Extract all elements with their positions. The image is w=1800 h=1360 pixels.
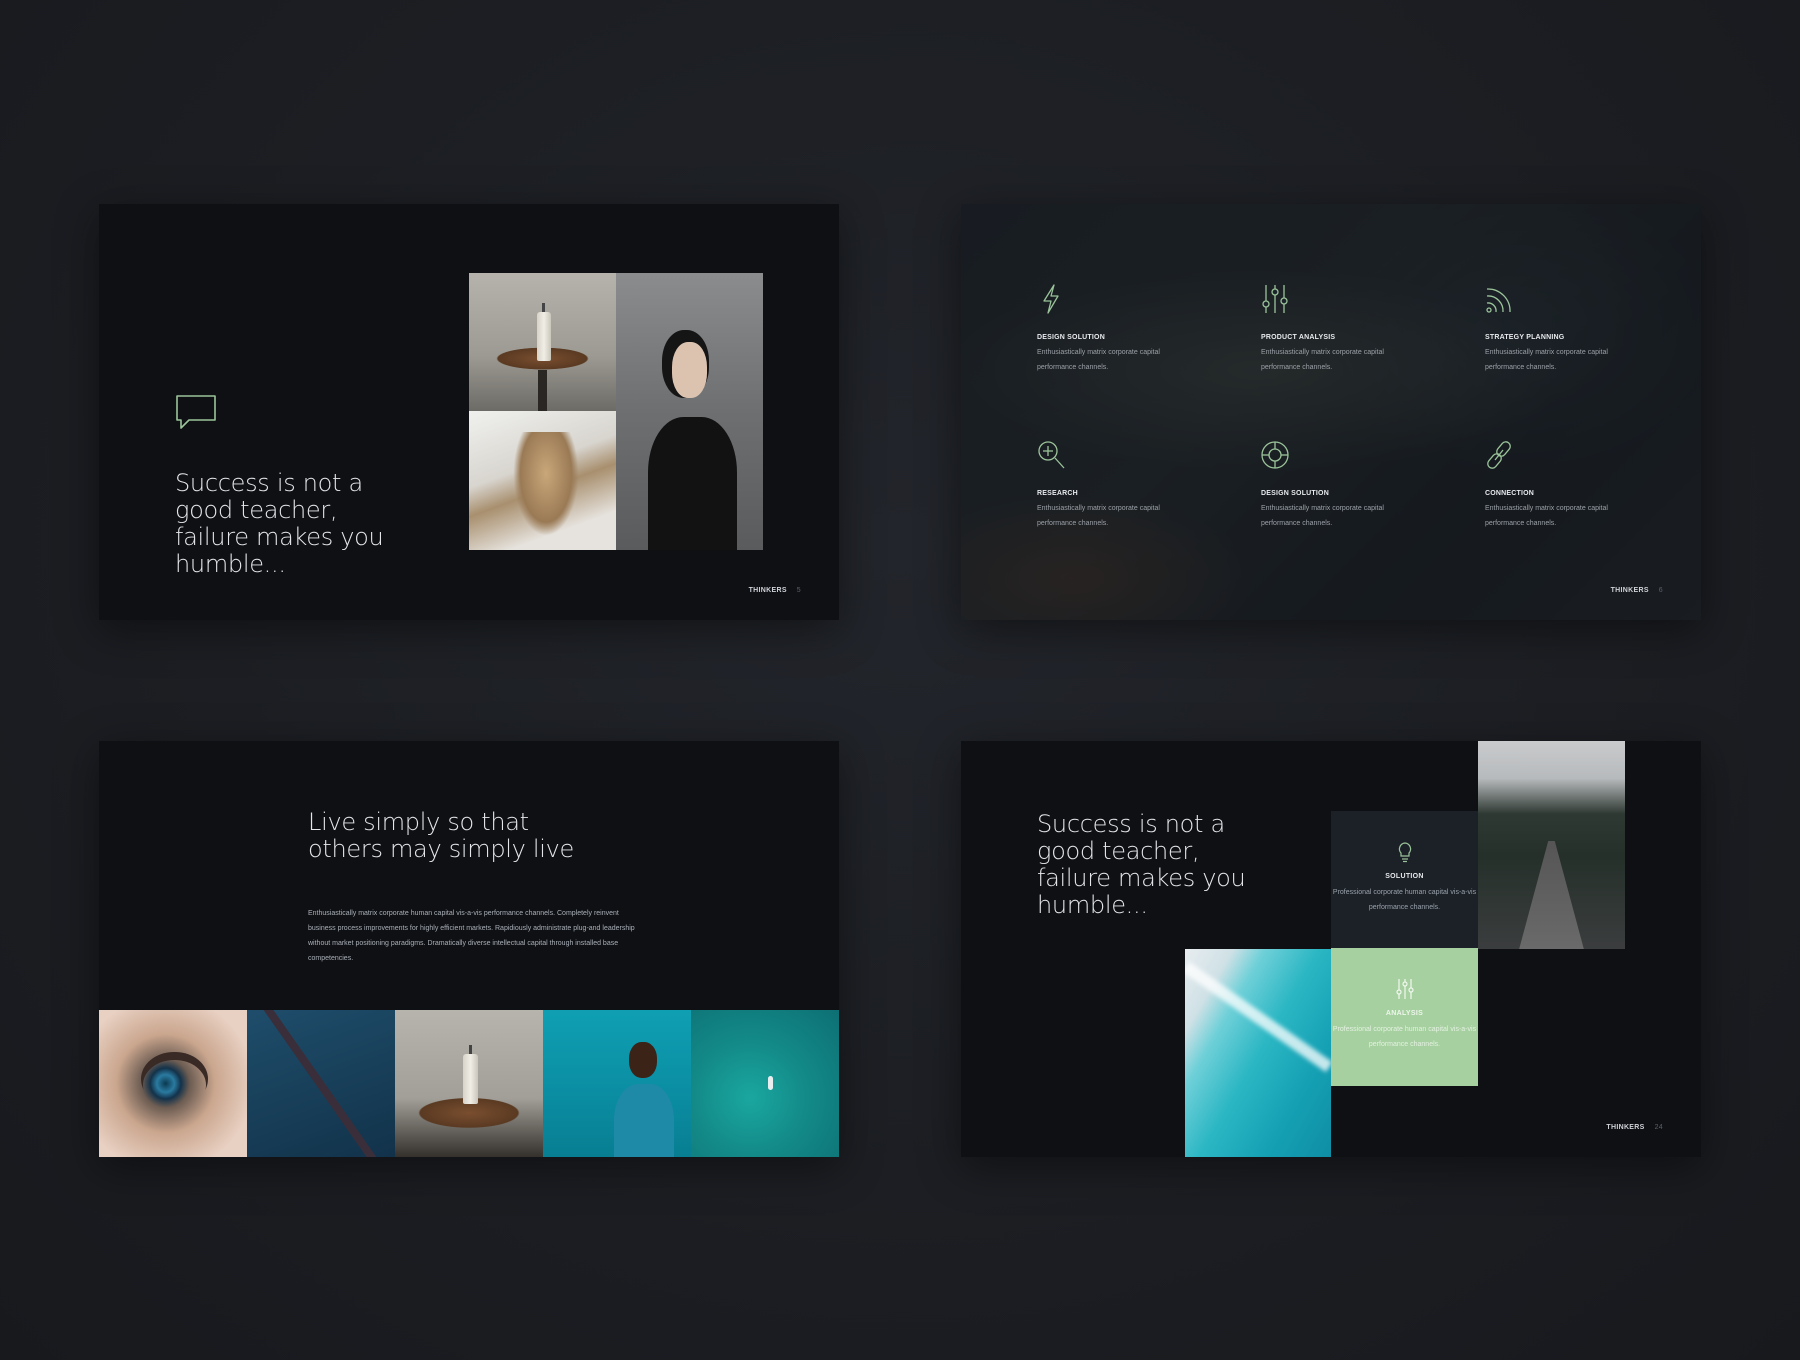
feature-item: DESIGN SOLUTION Enthusiastically matrix … bbox=[1037, 284, 1187, 375]
feature-text: Enthusiastically matrix corporate capita… bbox=[1485, 349, 1608, 371]
boat-water-photo bbox=[247, 1010, 395, 1157]
feature-text: Enthusiastically matrix corporate capita… bbox=[1261, 505, 1384, 527]
feature-title: STRATEGY PLANNING bbox=[1485, 334, 1565, 341]
aerial-sea-photo bbox=[691, 1010, 839, 1157]
signal-icon bbox=[1486, 288, 1511, 313]
feature-text: Enthusiastically matrix corporate capita… bbox=[1485, 505, 1608, 527]
slide-quote: Success is not a good teacher, failure m… bbox=[175, 469, 384, 578]
link-icon bbox=[1487, 441, 1511, 469]
feature-title: RESEARCH bbox=[1037, 490, 1078, 497]
bottle-on-table-photo bbox=[395, 1010, 543, 1157]
lightning-icon bbox=[1043, 284, 1059, 314]
road-bridge-photo bbox=[1478, 741, 1625, 949]
lifebuoy-icon bbox=[1261, 441, 1289, 469]
feature-item: PRODUCT ANALYSIS Enthusiastically matrix… bbox=[1261, 284, 1411, 375]
speech-bubble-icon bbox=[176, 395, 216, 429]
photo-strip bbox=[99, 1010, 839, 1157]
slide-quote-blocks: Success is not a good teacher, failure m… bbox=[961, 741, 1701, 1157]
slide-quote: Success is not a good teacher, failure m… bbox=[1037, 810, 1246, 919]
slide-body-text: Enthusiastically matrix corporate human … bbox=[308, 910, 635, 962]
block-title: SOLUTION bbox=[1385, 873, 1424, 880]
lightbulb-icon bbox=[1398, 842, 1411, 863]
page-number: 6 bbox=[1658, 587, 1663, 594]
footer-brand: THINKERS bbox=[748, 587, 787, 594]
solution-block: SOLUTION Professional corporate human ca… bbox=[1331, 811, 1478, 948]
feature-item: CONNECTION Enthusiastically matrix corpo… bbox=[1485, 440, 1635, 531]
feature-title: PRODUCT ANALYSIS bbox=[1261, 334, 1336, 341]
slide-quote-photos: Success is not a good teacher, failure m… bbox=[99, 204, 839, 620]
feature-title: CONNECTION bbox=[1485, 490, 1535, 497]
bottle-on-table-photo bbox=[469, 273, 616, 411]
block-text: Professional corporate human capital vis… bbox=[1332, 1026, 1477, 1048]
footer-brand: THINKERS bbox=[1610, 587, 1649, 594]
woman-hair-photo bbox=[469, 411, 616, 550]
feature-item: RESEARCH Enthusiastically matrix corpora… bbox=[1037, 440, 1187, 531]
slide-features: DESIGN SOLUTION Enthusiastically matrix … bbox=[961, 204, 1701, 620]
slide-heading: Live simply so that others may simply li… bbox=[308, 808, 574, 863]
magnifier-icon bbox=[1038, 441, 1065, 469]
slide-text-strip: Live simply so that others may simply li… bbox=[99, 741, 839, 1157]
footer-brand: THINKERS bbox=[1606, 1124, 1645, 1131]
slide-footer: THINKERS 6 bbox=[1611, 587, 1663, 594]
woman-teal-photo bbox=[543, 1010, 691, 1157]
page-number: 5 bbox=[796, 587, 801, 594]
feature-title: DESIGN SOLUTION bbox=[1037, 334, 1105, 341]
eye-closeup-photo bbox=[99, 1010, 247, 1157]
feature-text: Enthusiastically matrix corporate capita… bbox=[1261, 349, 1384, 371]
page-number: 24 bbox=[1654, 1124, 1663, 1131]
block-title: ANALYSIS bbox=[1385, 1010, 1424, 1017]
feature-title: DESIGN SOLUTION bbox=[1261, 490, 1329, 497]
woman-portrait-photo bbox=[616, 273, 763, 550]
feature-text: Enthusiastically matrix corporate capita… bbox=[1037, 349, 1160, 371]
feature-text: Enthusiastically matrix corporate capita… bbox=[1037, 505, 1160, 527]
block-text: Professional corporate human capital vis… bbox=[1332, 889, 1477, 911]
slide-footer: THINKERS 24 bbox=[1606, 1124, 1663, 1131]
slide-footer: THINKERS 5 bbox=[749, 587, 801, 594]
aerial-beach-photo bbox=[1185, 949, 1331, 1157]
sliders-icon bbox=[1395, 979, 1414, 999]
feature-item: STRATEGY PLANNING Enthusiastically matri… bbox=[1485, 284, 1635, 375]
analysis-block: ANALYSIS Professional corporate human ca… bbox=[1331, 948, 1478, 1086]
sliders-icon bbox=[1262, 285, 1288, 313]
feature-item: DESIGN SOLUTION Enthusiastically matrix … bbox=[1261, 440, 1411, 531]
